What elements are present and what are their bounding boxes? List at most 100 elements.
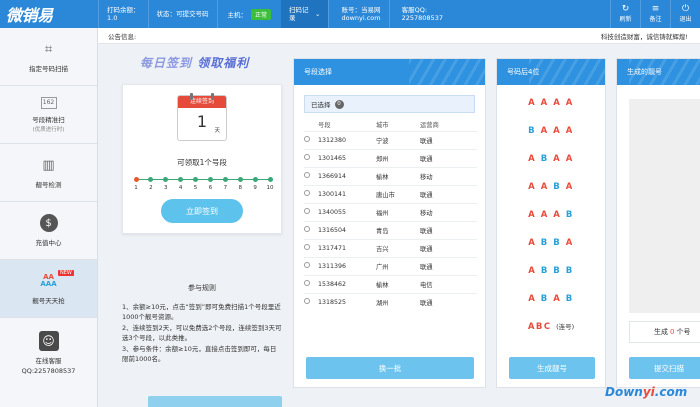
calendar-icon: 连续签到 1 天 [177,93,227,141]
progress-dot [207,177,213,182]
table-row[interactable]: 1316504 青岛 联通 [304,220,477,239]
segment-cell: 1316504 [318,220,376,239]
pattern-letter: A [565,126,574,136]
generated-panel: 生成的靓号 生成 0 个号 提交扫描 [616,58,700,388]
progress-dot [252,177,258,182]
pattern-letter: A [528,238,537,248]
wm-c: .com [654,385,688,399]
pattern-item[interactable]: A B A A [497,145,605,173]
balance-value: 1.0 [107,14,118,22]
online-service[interactable]: ☺ 在线客服 QQ:2257808537 [0,318,97,388]
notes-button[interactable]: ≡ 备注 [640,0,670,28]
pattern-letter: B [540,294,549,304]
generate-button[interactable]: 生成靓号 [509,357,595,379]
pattern-item-abc[interactable]: ABC (连号) [497,313,605,341]
row-radio[interactable] [304,226,310,232]
row-radio[interactable] [304,172,310,178]
row-radio[interactable] [304,190,310,196]
aaa-icon: AA AAA [40,273,57,288]
sidebar-item-recharge[interactable]: $ 充值中心 [0,202,97,260]
pattern-item[interactable]: A B B B [497,257,605,285]
sign-record-dropdown[interactable]: 扫码记录 ⌄ [281,0,329,28]
submit-scan-button[interactable]: 提交扫描 [629,357,700,379]
table-row[interactable]: 1318525 湖州 联通 [304,292,477,311]
rule-2: 2、连续签到2天，可以免费选2个号段，连续签到3天可选3个号段，以此类推。 [122,323,282,343]
pattern-letter: A [528,210,537,220]
city-cell: 唐山市 [376,184,420,203]
city-cell: 广州 [376,256,420,275]
money-bag-icon: $ [39,214,58,232]
pattern-letter: B [528,126,537,136]
col-header-carrier: 运营商 [420,122,439,130]
row-radio[interactable] [304,280,310,286]
table-row[interactable]: 1340055 福州 移动 [304,202,477,221]
account-label: 账号：当易网 [341,6,381,14]
table-row[interactable]: 1366914 榆林 移动 [304,166,477,185]
service-qq: QQ:2257808537 [21,367,76,375]
slogan-part-b: 领取福利 [197,56,250,70]
sidebar-item-segment[interactable]: 162 号段精准扫 (优质进行时) [0,86,97,144]
segment-cell: 1340055 [318,202,376,221]
table-row[interactable]: 1301465 郑州 联通 [304,148,477,167]
pattern-letter: B [540,154,549,164]
generated-count: 生成 0 个号 [629,321,700,343]
city-cell: 湖州 [376,292,420,311]
logout-button[interactable]: ⏻ 退出 [670,0,700,28]
pattern-letter: A [528,154,537,164]
row-radio[interactable] [304,208,310,214]
pattern-item[interactable]: A B B A [497,229,605,257]
row-radio[interactable] [304,244,310,250]
carrier-cell: 移动 [420,166,477,185]
sidebar-item-daily-grab[interactable]: NEW AA AAA 靓号天天抢 [0,260,97,318]
table-row[interactable]: 1311396 广州 联通 [304,256,477,275]
qq-info: 客服QQ: 2257808537 [388,0,485,28]
pattern-item[interactable]: A A B A [497,173,605,201]
row-radio[interactable] [304,298,310,305]
pattern-panel: 号码后4位 A A A A B A A A A B A A A A B A A … [496,58,606,388]
pattern-item[interactable]: A A A B [497,201,605,229]
sidebar-item-label: 靓号天天抢 [32,297,65,305]
number-segment-icon: 162 [40,96,57,109]
segment-cell: 1301465 [318,148,376,167]
col-header-segment: 号段 [318,122,331,130]
generated-list-area [629,99,700,313]
table-row[interactable]: 1312380 宁波 联通 [304,130,477,149]
progress-step-label: 5 [193,185,198,191]
generated-panel-title: 生成的靓号 [617,59,700,85]
refresh-label: 刷新 [619,16,632,23]
city-cell: 福州 [376,202,420,221]
change-batch-button[interactable]: 换一批 [306,357,474,379]
segment-table: 号段 城市 运营商 1312380 宁波 联通 1301465 郑州 联通 1366914 榆… [304,119,477,311]
progress-step-label: 1 [134,185,138,191]
account-value: downyi.com [341,14,381,22]
carrier-cell: 联通 [420,184,477,203]
rules-bottom-button[interactable] [148,396,282,407]
pattern-item[interactable]: A A A A [497,89,605,117]
sidebar-item-scan[interactable]: ⌗ 指定号码扫描 [0,28,97,86]
pattern-letter: B [553,182,562,192]
balance-label: 打码余额： [107,6,140,14]
row-radio[interactable] [304,262,310,268]
city-cell: 青岛 [376,220,420,239]
row-radio[interactable] [304,154,310,160]
pattern-letter: B [565,266,574,276]
sign-in-button[interactable]: 立即签到 [161,199,243,223]
progress-dot [178,177,184,182]
pattern-item[interactable]: B A A A [497,117,605,145]
table-row[interactable]: 1538462 榆林 电信 [304,274,477,293]
signin-card: 连续签到 1 天 可领取1个号段 1 2 3 4 5 6 7 8 9 10 立即签到 [122,84,282,234]
pattern-letter: A [565,98,574,108]
refresh-button[interactable]: ↻ 刷新 [610,0,640,28]
progress-step-label: 7 [223,185,228,191]
table-row[interactable]: 1300141 唐山市 联通 [304,184,477,203]
segment-cell: 1311396 [318,256,376,275]
carrier-cell: 电信 [420,274,477,293]
sidebar-item-check[interactable]: ▥ 靓号检测 [0,144,97,202]
pattern-item[interactable]: A B A B [497,285,605,313]
row-radio[interactable] [304,136,310,142]
table-row[interactable]: 1317471 吉兴 联通 [304,238,477,257]
pattern-letter: A [553,210,562,220]
sidebar-item-label: 指定号码扫描 [29,65,68,73]
pattern-letter: B [553,238,562,248]
wm-b: yi [642,385,655,399]
